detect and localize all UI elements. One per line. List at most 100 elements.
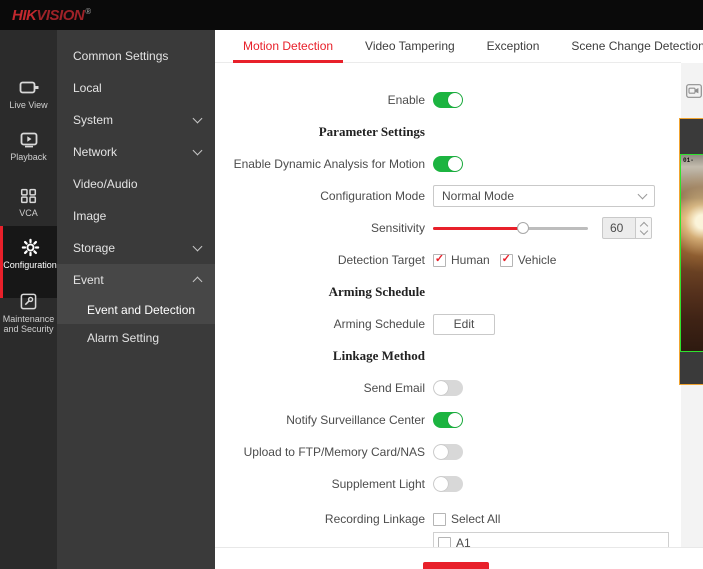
sidebar-item-image[interactable]: Image: [57, 200, 215, 232]
logo-text-primary: HIK: [12, 7, 36, 24]
motion-detection-form: Enable Parameter Settings Enable Dynamic…: [215, 84, 681, 551]
select-all-label: Select All: [451, 512, 500, 526]
recording-linkage-row: Recording Linkage ✓Select All: [215, 506, 681, 532]
vehicle-label: Vehicle: [518, 253, 557, 267]
toggle-knob: [448, 413, 462, 427]
sidebar-item-alarm-setting[interactable]: Alarm Setting: [57, 324, 215, 352]
enable-row: Enable: [215, 84, 681, 116]
nav-playback[interactable]: Playback: [0, 130, 57, 162]
sensitivity-label: Sensitivity: [215, 221, 425, 235]
sidebar-item-storage[interactable]: Storage: [57, 232, 215, 264]
tab-motion-detection[interactable]: Motion Detection: [233, 30, 343, 62]
sensitivity-row: Sensitivity 60: [215, 212, 681, 244]
video-preview[interactable]: 01-: [679, 118, 703, 385]
supplement-light-row: Supplement Light: [215, 468, 681, 500]
nav-configuration-label: Configuration: [3, 260, 57, 270]
nav-configuration[interactable]: Configuration: [0, 226, 57, 298]
tab-label: Scene Change Detection: [571, 39, 703, 53]
spinner-buttons[interactable]: [635, 218, 651, 238]
dynamic-analysis-row: Enable Dynamic Analysis for Motion: [215, 148, 681, 180]
detection-target-label: Detection Target: [215, 253, 425, 267]
tab-exception[interactable]: Exception: [477, 30, 550, 62]
edit-button[interactable]: Edit: [433, 314, 495, 335]
configuration-mode-label: Configuration Mode: [215, 189, 425, 203]
parameter-settings-heading: Parameter Settings: [215, 124, 425, 140]
preview-camera-icon[interactable]: [686, 84, 702, 98]
sensitivity-slider[interactable]: [433, 227, 588, 230]
vehicle-checkbox[interactable]: ✓Vehicle: [500, 253, 557, 267]
sidebar-item-local[interactable]: Local: [57, 72, 215, 104]
chevron-down-icon: [193, 242, 203, 252]
tab-scene-change-detection[interactable]: Scene Change Detection: [561, 30, 703, 62]
nav-vca[interactable]: VCA: [0, 186, 57, 218]
nav-live-view[interactable]: Live View: [0, 78, 57, 110]
save-button[interactable]: [423, 562, 489, 569]
nav-vca-label: VCA: [0, 208, 57, 218]
sidebar-item-network[interactable]: Network: [57, 136, 215, 168]
sidebar-item-label: Storage: [73, 241, 115, 255]
arming-schedule-row: Arming Schedule Edit: [215, 308, 681, 340]
video-osd-text: 01-: [683, 157, 694, 164]
sidebar-item-label: Video/Audio: [73, 177, 138, 191]
supplement-light-label: Supplement Light: [215, 477, 425, 491]
supplement-light-toggle[interactable]: [433, 476, 463, 492]
sidebar-item-common-settings[interactable]: Common Settings: [57, 40, 215, 72]
notify-surveillance-row: Notify Surveillance Center: [215, 404, 681, 436]
maintenance-icon: [0, 292, 57, 311]
chevron-down-icon: [193, 114, 203, 124]
upload-ftp-toggle[interactable]: [433, 444, 463, 460]
toggle-knob: [434, 445, 448, 459]
configuration-mode-row: Configuration Mode Normal Mode: [215, 180, 681, 212]
check-icon: ✓: [435, 254, 444, 265]
linkage-method-heading-row: Linkage Method: [215, 340, 681, 372]
toggle-knob: [434, 381, 448, 395]
chevron-down-icon: [638, 190, 648, 200]
send-email-row: Send Email: [215, 372, 681, 404]
select-all-checkbox[interactable]: ✓Select All: [433, 512, 500, 526]
nav-rail: Live View Playback VCA Configuration Mai…: [0, 30, 57, 569]
slider-thumb[interactable]: [517, 222, 529, 234]
hikvision-logo: HIKVISION®: [12, 7, 91, 24]
tab-video-tampering[interactable]: Video Tampering: [355, 30, 465, 62]
nav-live-view-label: Live View: [0, 100, 57, 110]
parameter-settings-heading-row: Parameter Settings: [215, 116, 681, 148]
sidebar-item-event-and-detection[interactable]: Event and Detection: [57, 296, 215, 324]
gear-icon: [3, 238, 57, 257]
nav-maintenance-security-label: Maintenance and Security: [0, 314, 57, 334]
sidebar-item-system[interactable]: System: [57, 104, 215, 136]
notify-surveillance-label: Notify Surveillance Center: [215, 413, 425, 427]
human-checkbox[interactable]: ✓ Human: [433, 253, 490, 267]
registered-mark: ®: [85, 7, 90, 16]
sidebar-item-label: Common Settings: [73, 49, 168, 63]
sidebar-item-label: Image: [73, 209, 106, 223]
human-label: Human: [451, 253, 490, 267]
toggle-knob: [434, 477, 448, 491]
send-email-toggle[interactable]: [433, 380, 463, 396]
enable-toggle[interactable]: [433, 92, 463, 108]
sidebar-item-event[interactable]: Event: [57, 264, 215, 296]
dynamic-analysis-toggle[interactable]: [433, 156, 463, 172]
notify-surveillance-toggle[interactable]: [433, 412, 463, 428]
recording-linkage-label: Recording Linkage: [215, 512, 425, 526]
sidebar-item-video-audio[interactable]: Video/Audio: [57, 168, 215, 200]
sidebar-item-label: Local: [73, 81, 102, 95]
vca-grid-icon: [0, 186, 57, 205]
chevron-up-icon: [193, 277, 203, 287]
hikvision-config-app: HIKVISION® Live View Playback VCA: [0, 0, 703, 569]
toggle-knob: [448, 157, 462, 171]
tab-label: Exception: [487, 39, 540, 53]
arming-schedule-heading-row: Arming Schedule: [215, 276, 681, 308]
sidebar-item-label: Event: [73, 273, 104, 287]
sensitivity-input[interactable]: 60: [602, 217, 652, 239]
configuration-mode-value: Normal Mode: [442, 189, 514, 203]
tab-bar: Motion Detection Video Tampering Excepti…: [215, 30, 681, 63]
video-letterbox-top: [680, 119, 703, 154]
nav-maintenance-security[interactable]: Maintenance and Security: [0, 292, 57, 334]
tab-label: Motion Detection: [243, 39, 333, 53]
video-frame: 01-: [680, 154, 703, 352]
sidebar-item-label: Alarm Setting: [87, 331, 159, 345]
sidebar-item-label: System: [73, 113, 113, 127]
configuration-mode-select[interactable]: Normal Mode: [433, 185, 655, 207]
detection-target-row: Detection Target ✓ Human ✓Vehicle: [215, 244, 681, 276]
send-email-label: Send Email: [215, 381, 425, 395]
